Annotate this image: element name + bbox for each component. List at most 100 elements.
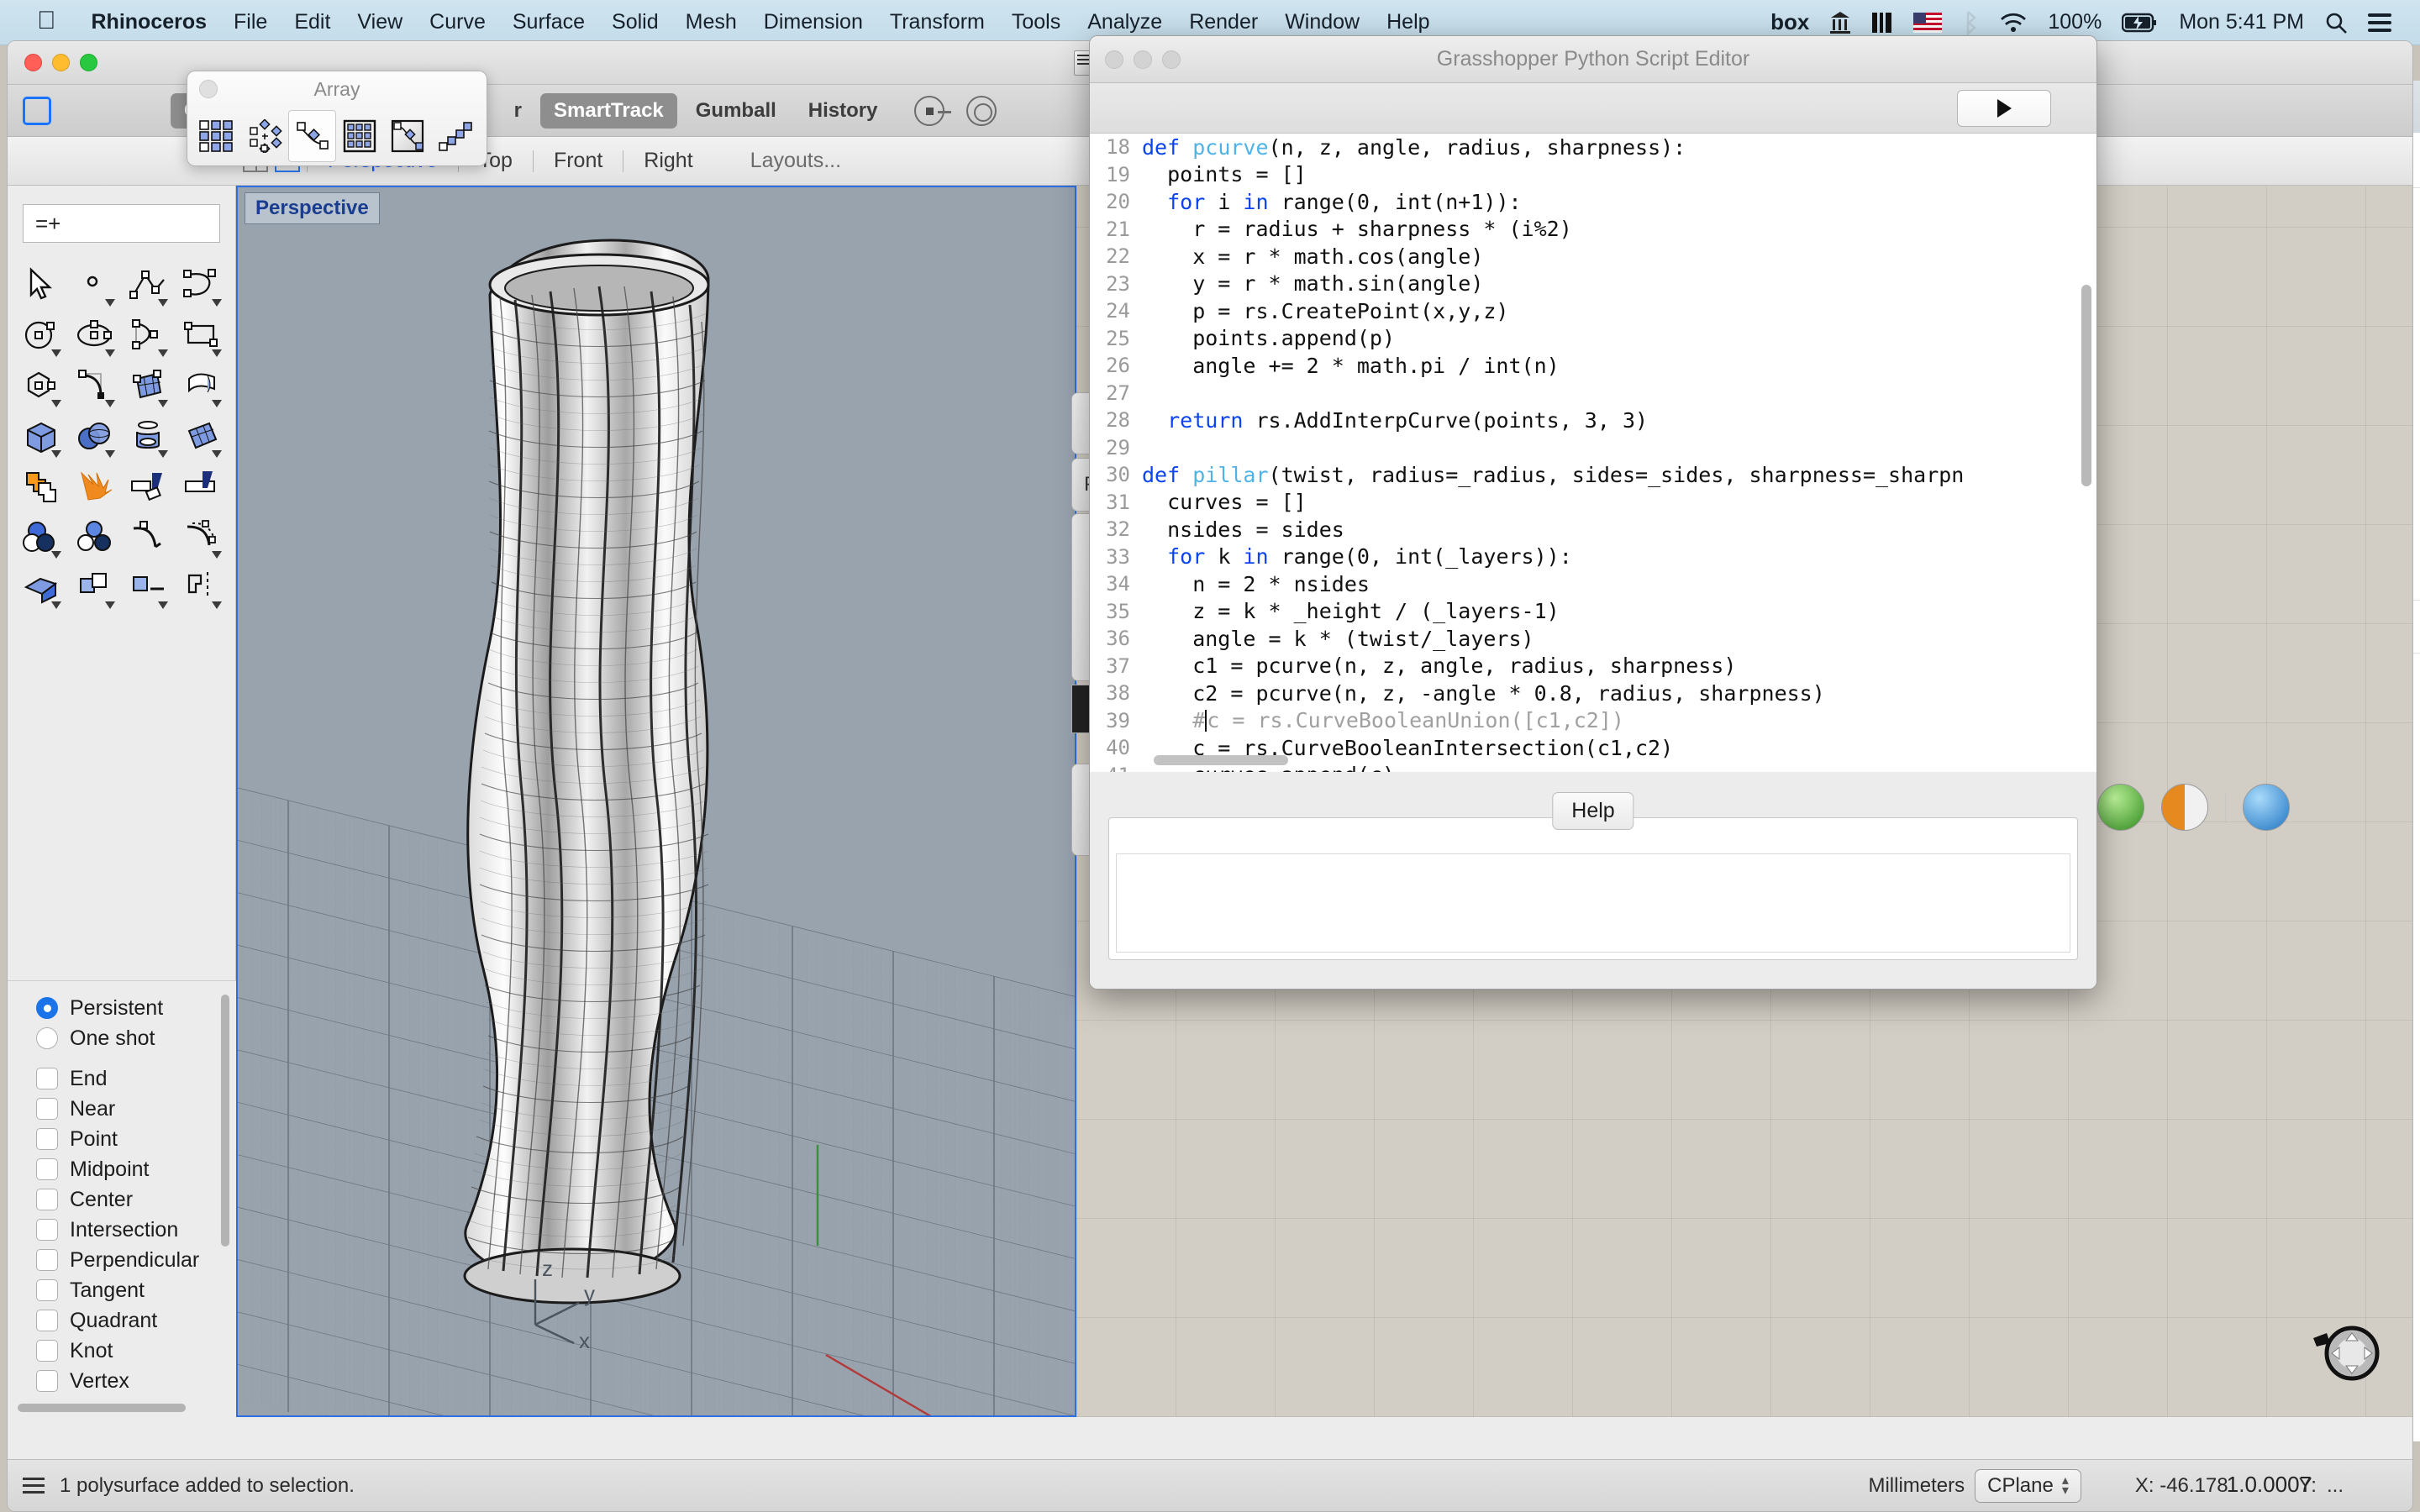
osnap-vertex[interactable]: Vertex xyxy=(36,1366,236,1396)
checkbox-end[interactable] xyxy=(36,1068,58,1089)
code-line[interactable]: 20 for i in range(0, int(n+1)): xyxy=(1090,188,2096,216)
code-line[interactable]: 35 z = k * _height / (_layers-1) xyxy=(1090,598,2096,626)
tab-front[interactable]: Front xyxy=(534,149,623,173)
code-line[interactable]: 19 points = [] xyxy=(1090,161,2096,189)
ellipse-tool-icon[interactable] xyxy=(68,310,122,360)
hamburger-icon[interactable] xyxy=(23,1478,45,1494)
code-line[interactable]: 37 c1 = pcurve(n, z, angle, radius, shar… xyxy=(1090,653,2096,680)
command-input[interactable]: =+ xyxy=(23,204,220,243)
osnap-point[interactable]: Point xyxy=(36,1124,236,1154)
code-vertical-scrollbar[interactable] xyxy=(2081,285,2091,486)
code-line[interactable]: 24 p = rs.CreatePoint(x,y,z) xyxy=(1090,297,2096,325)
wifi-icon[interactable] xyxy=(1989,12,2038,34)
extend-curve-icon[interactable] xyxy=(122,512,176,562)
checkbox-quadrant[interactable] xyxy=(36,1310,58,1331)
checkbox-midpoint[interactable] xyxy=(36,1158,58,1180)
material-blue-icon[interactable] xyxy=(2243,784,2290,831)
menu-item-surface[interactable]: Surface xyxy=(499,10,598,34)
radio-persistent[interactable] xyxy=(36,997,58,1019)
array-floating-toolbar[interactable]: Array xyxy=(187,71,487,166)
osnap-quadrant[interactable]: Quadrant xyxy=(36,1305,236,1336)
menu-item-file[interactable]: File xyxy=(220,10,281,34)
offset-curve-icon[interactable] xyxy=(175,512,229,562)
rectangle-tool-icon[interactable] xyxy=(175,310,229,360)
toggle-smarttrack[interactable]: SmartTrack xyxy=(540,92,677,129)
osnap-knot[interactable]: Knot xyxy=(36,1336,236,1366)
explode-icon[interactable] xyxy=(68,461,122,512)
menu-item-solid[interactable]: Solid xyxy=(598,10,672,34)
code-line[interactable]: 18 def pcurve(n, z, angle, radius, sharpn… xyxy=(1090,134,2096,161)
box-menu-icon[interactable]: box xyxy=(1760,9,1819,35)
copy-icon[interactable] xyxy=(68,562,122,612)
menu-item-rhinoceros[interactable]: Rhinoceros xyxy=(78,10,221,34)
osnap-intersection[interactable]: Intersection xyxy=(36,1215,236,1245)
search-icon[interactable] xyxy=(2314,11,2358,34)
apple-menu-icon[interactable]:  xyxy=(37,7,56,35)
menu-item-window[interactable]: Window xyxy=(1271,10,1373,34)
cplane-stepper-icon[interactable]: ▴ ▾ xyxy=(2062,1474,2069,1497)
menu-item-dimension[interactable]: Dimension xyxy=(750,10,876,34)
osnap-mode-persistent[interactable]: Persistent xyxy=(36,993,236,1023)
array-toolbar-close-button[interactable] xyxy=(199,80,218,98)
osnap-mode-one-shot[interactable]: One shot xyxy=(36,1023,236,1053)
select-tool-icon[interactable] xyxy=(14,260,68,310)
osnap-toggle-icon[interactable] xyxy=(966,95,997,126)
tab-right[interactable]: Right xyxy=(623,149,713,173)
help-output-textarea[interactable] xyxy=(1116,853,2070,953)
navigation-compass-icon[interactable] xyxy=(2308,1316,2381,1389)
code-line[interactable]: 36 angle = k * (twist/_layers) xyxy=(1090,625,2096,653)
menu-item-mesh[interactable]: Mesh xyxy=(672,10,750,34)
mesh-surface-icon[interactable] xyxy=(175,411,229,461)
viewport-label[interactable]: Perspective xyxy=(245,192,380,224)
osnap-end[interactable]: End xyxy=(36,1063,236,1094)
sidebar-toggle-button[interactable] xyxy=(23,96,51,125)
menu-item-view[interactable]: View xyxy=(344,10,416,34)
menu-item-analyze[interactable]: Analyze xyxy=(1074,10,1176,34)
circles-icon[interactable] xyxy=(68,512,122,562)
checkbox-center[interactable] xyxy=(36,1189,58,1210)
box-solid-icon[interactable] xyxy=(14,411,68,461)
material-green-icon[interactable] xyxy=(2097,784,2144,831)
code-line[interactable]: 32 nsides = sides xyxy=(1090,516,2096,543)
control-center-icon[interactable] xyxy=(2358,13,2402,33)
code-line[interactable]: 31 curves = [] xyxy=(1090,489,2096,517)
cylinder-solid-icon[interactable] xyxy=(122,411,176,461)
code-line[interactable]: 21 r = radius + sharpness * (i%2) xyxy=(1090,216,2096,244)
osnap-center[interactable]: Center xyxy=(36,1184,236,1215)
array-along-surface-icon[interactable] xyxy=(384,110,432,162)
boolean-union-icon[interactable] xyxy=(14,461,68,512)
menu-item-tools[interactable]: Tools xyxy=(998,10,1074,34)
code-line[interactable]: 26 angle += 2 * math.pi / int(n) xyxy=(1090,352,2096,380)
array-along-curve-icon[interactable] xyxy=(288,110,336,162)
checkbox-vertex[interactable] xyxy=(36,1370,58,1392)
code-line[interactable]: 38 c2 = pcurve(n, z, -angle * 0.8, radiu… xyxy=(1090,680,2096,707)
checkbox-near[interactable] xyxy=(36,1098,58,1120)
mirror-icon[interactable] xyxy=(175,562,229,612)
code-editor[interactable]: 18 def pcurve(n, z, angle, radius, sharpn… xyxy=(1090,134,2096,772)
menu-item-render[interactable]: Render xyxy=(1176,10,1271,34)
code-line[interactable]: 23 y = r * math.sin(angle) xyxy=(1090,270,2096,298)
run-script-button[interactable] xyxy=(1957,89,2051,127)
menu-item-curve[interactable]: Curve xyxy=(416,10,499,34)
arc-tool-icon[interactable] xyxy=(122,310,176,360)
code-line[interactable]: 39 #c = rs.CurveBooleanUnion([c1,c2]) xyxy=(1090,707,2096,735)
checkbox-perpendicular[interactable] xyxy=(36,1249,58,1271)
code-line[interactable]: 25 points.append(p) xyxy=(1090,325,2096,353)
polygon-tool-icon[interactable] xyxy=(14,360,68,411)
code-line[interactable]: 29 xyxy=(1090,434,2096,462)
checkbox-tangent[interactable] xyxy=(36,1279,58,1301)
us-flag-icon[interactable] xyxy=(1903,12,1952,33)
perspective-viewport[interactable]: Perspective z y x xyxy=(236,186,1076,1417)
checkbox-knot[interactable] xyxy=(36,1340,58,1362)
twisted-column-model[interactable] xyxy=(238,187,1076,1417)
array-curve-points-icon[interactable] xyxy=(432,110,480,162)
osnap-near[interactable]: Near xyxy=(36,1094,236,1124)
cplane-selector[interactable]: CPlane ▴ ▾ xyxy=(1975,1468,2081,1503)
checkbox-point[interactable] xyxy=(36,1128,58,1150)
checkbox-intersection[interactable] xyxy=(36,1219,58,1241)
sweep-surface-icon[interactable] xyxy=(175,360,229,411)
polyline-tool-icon[interactable] xyxy=(122,260,176,310)
move-icon[interactable] xyxy=(122,562,176,612)
material-two-tone-icon[interactable] xyxy=(2161,784,2208,831)
code-line[interactable]: 22 x = r * math.cos(angle) xyxy=(1090,243,2096,270)
